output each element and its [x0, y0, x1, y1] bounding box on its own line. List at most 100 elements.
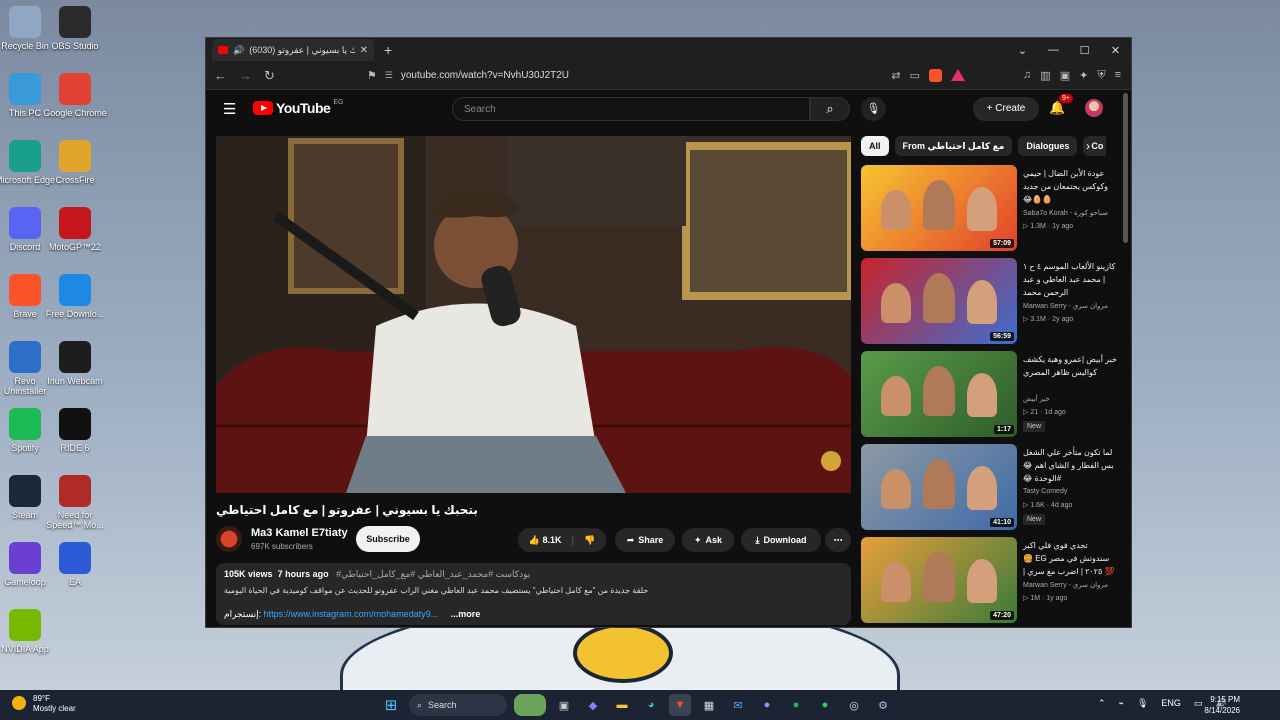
channel-avatar[interactable] [216, 526, 242, 552]
dislike-button[interactable]: 👎 [584, 535, 595, 546]
voice-search-button[interactable]: 🎙 [861, 97, 886, 121]
desktop-icon-nvidia[interactable]: NVIDIA App [0, 609, 57, 654]
recommended-channel[interactable]: خبر أبيض [1023, 395, 1050, 403]
brave-icon[interactable]: ▼ [669, 694, 691, 716]
search-input[interactable]: Search [452, 97, 810, 121]
video-thumbnail[interactable]: 1:17 [861, 351, 1017, 437]
recommended-title[interactable]: عودة الأبن الضال | حيمي وكوكس يجتمعان من… [1023, 167, 1117, 206]
wallet-icon[interactable]: ▣ [1060, 69, 1070, 82]
desktop-icon-ea[interactable]: EA [43, 542, 107, 587]
steam-icon[interactable]: ⚙ [872, 694, 894, 716]
site-info-icon[interactable]: ☰ [385, 70, 393, 81]
sidebar-icon[interactable]: ▥ [1040, 69, 1050, 82]
extensions-icon[interactable]: ✦ [1079, 69, 1088, 82]
ask-button[interactable]: ✦ Ask [682, 528, 734, 552]
desktop-icon-crossfire[interactable]: CrossFire [43, 140, 107, 185]
chips-next-icon[interactable]: › [1086, 139, 1090, 153]
vpn-icon[interactable]: ⛨ [1097, 69, 1105, 82]
minimize-button[interactable]: — [1038, 44, 1069, 56]
spotify-icon[interactable]: ● [785, 694, 807, 716]
speaker-icon[interactable]: 🔊 [233, 45, 244, 56]
explorer-icon[interactable]: ▬ [611, 694, 633, 716]
subscribe-button[interactable]: Subscribe [356, 526, 420, 552]
video-player[interactable] [216, 136, 851, 493]
recommended-channel[interactable]: Marwan Serry - مروان سري [1023, 581, 1108, 589]
recommended-channel[interactable]: Marwan Serry - مروان سري [1023, 302, 1108, 310]
recommended-title[interactable]: لما تكون متأخر علي الشغل بس الفطار و الش… [1023, 446, 1117, 485]
page-scrollbar[interactable] [1123, 93, 1129, 627]
back-icon[interactable]: ← [214, 68, 227, 83]
close-tab-icon[interactable]: ✕ [360, 45, 368, 56]
desktop-icon-motogp[interactable]: MotoGP™22 [43, 207, 107, 252]
recommended-channel[interactable]: Tasty Comedy [1023, 488, 1067, 495]
like-button[interactable]: 👍 8.1K [529, 535, 562, 546]
media-icon[interactable]: ♫ [1023, 69, 1031, 82]
menu-icon[interactable]: ≡ [1115, 69, 1121, 82]
more-actions-button[interactable]: ⋯ [825, 528, 851, 552]
store-icon[interactable]: ▦ [698, 694, 720, 716]
filter-chip[interactable]: Dialogues [1018, 136, 1078, 156]
youtube-logo[interactable]: YouTube EG [253, 99, 343, 116]
download-button[interactable]: ⤓ Download [741, 528, 821, 552]
clock[interactable]: 9:15 PM 8/14/2026 [1202, 694, 1240, 716]
show-more-button[interactable]: ...more [451, 609, 481, 619]
recommended-video[interactable]: 57:09 عودة الأبن الضال | حيمي وكوكس يجتمع… [861, 165, 1121, 253]
close-window-button[interactable]: ✕ [1100, 44, 1131, 57]
guide-menu-icon[interactable]: ☰ [223, 100, 236, 118]
recommended-video[interactable]: 1:17 خبر أبيض |عمرو وهبة يكشف كواليس ظاهر… [861, 351, 1121, 439]
account-avatar[interactable] [1085, 99, 1103, 117]
tray-overflow-icon[interactable]: ⌃ [1098, 698, 1106, 709]
recommended-video[interactable]: 56:59 كازينو الألعاب الموسم ٤ ح ١ | محمد … [861, 258, 1121, 346]
filter-chip[interactable]: All [861, 136, 889, 156]
microphone-icon[interactable]: 🎙 [1137, 698, 1148, 709]
recommended-title[interactable]: خبر أبيض |عمرو وهبة يكشف كواليس ظاهر الم… [1023, 353, 1117, 379]
video-thumbnail[interactable]: 56:59 [861, 258, 1017, 344]
desktop-icon-obs[interactable]: OBS Studio [43, 6, 107, 51]
brave-shields-icon[interactable] [929, 69, 943, 82]
bookmark-icon[interactable]: ⚑ [367, 69, 377, 82]
desktop-icon-webcam[interactable]: Iriun Webcam [43, 341, 107, 386]
recommended-video[interactable]: 41:10 لما تكون متأخر علي الشغل بس الفطار … [861, 444, 1121, 532]
description-box[interactable]: 105K views 7 hours ago #بودكاست #محمد_عب… [216, 563, 851, 625]
create-button[interactable]: + Create [973, 97, 1039, 121]
desktop-icon-chrome[interactable]: Google Chrome [43, 73, 107, 118]
start-button[interactable]: ⊞ [380, 694, 402, 716]
mail-icon[interactable]: ✉ [727, 694, 749, 716]
discord-icon[interactable]: ● [756, 694, 778, 716]
video-thumbnail[interactable]: 41:10 [861, 444, 1017, 530]
recommended-channel[interactable]: Saba7o Korah - صباحو كورة [1023, 209, 1108, 217]
channel-name[interactable]: Ma3 Kamel E7tiaty [251, 527, 348, 539]
hashtags[interactable]: #بودكاست #محمد_عبد_العاطي #مع_كامل_احتيا… [336, 569, 530, 579]
brave-rewards-icon[interactable] [951, 69, 966, 81]
forward-icon[interactable]: → [239, 68, 252, 83]
reload-icon[interactable]: ↻ [264, 68, 275, 84]
whatsapp-icon[interactable]: ● [814, 694, 836, 716]
copilot-icon[interactable]: ◆ [582, 694, 604, 716]
cast-icon[interactable]: ▭ [910, 69, 920, 82]
recommended-title[interactable]: كازينو الألعاب الموسم ٤ ح ١ | محمد عبد ا… [1023, 260, 1117, 299]
desktop-icon-nfs[interactable]: Need for Speed™ Mo... [43, 475, 107, 530]
share-button[interactable]: ➦ Share [615, 528, 675, 552]
task-view-icon[interactable]: ▣ [553, 694, 575, 716]
language-indicator[interactable]: ENG [1161, 698, 1181, 709]
search-button[interactable]: ⌕ [810, 97, 850, 121]
network-icon[interactable]: ⌁ [1119, 698, 1124, 709]
desktop-icon-ride6[interactable]: RIDE 6 [43, 408, 107, 453]
weather-widget[interactable]: 89°F Mostly clear [12, 694, 76, 714]
desktop-icon-free-download[interactable]: Free Downlo... [43, 274, 107, 319]
video-thumbnail[interactable]: 47:20 [861, 537, 1017, 623]
active-tab[interactable]: 🔊 (6030) بتحبك يا بسيوني | عفروتو ✕ [212, 39, 374, 61]
edge-icon[interactable]: ◕ [640, 694, 662, 716]
widgets-icon[interactable] [514, 694, 546, 716]
recommended-title[interactable]: تحدي فوي فلي اكبر سندوتش في مصر EG 🍔💯 ٢٠… [1023, 539, 1117, 578]
maximize-button[interactable]: ☐ [1069, 44, 1100, 57]
scrollbar-thumb[interactable] [1123, 93, 1128, 243]
obs-icon[interactable]: ◎ [843, 694, 865, 716]
instagram-link[interactable]: https://www.instagram.com/mohamedaty9... [264, 609, 439, 619]
filter-chip[interactable]: From مع كامل احتياطي [894, 136, 1013, 156]
recommended-video[interactable]: 47:20 تحدي فوي فلي اكبر سندوتش في مصر EG … [861, 537, 1121, 625]
new-tab-button[interactable]: + [384, 42, 392, 58]
tab-search-chevron-icon[interactable]: ⌄ [1007, 44, 1038, 57]
url-field[interactable]: ⚑ ☰ youtube.com/watch?v=NvhU30J2T2U [367, 69, 569, 82]
taskbar-search[interactable]: ⌕ Search [409, 694, 507, 716]
